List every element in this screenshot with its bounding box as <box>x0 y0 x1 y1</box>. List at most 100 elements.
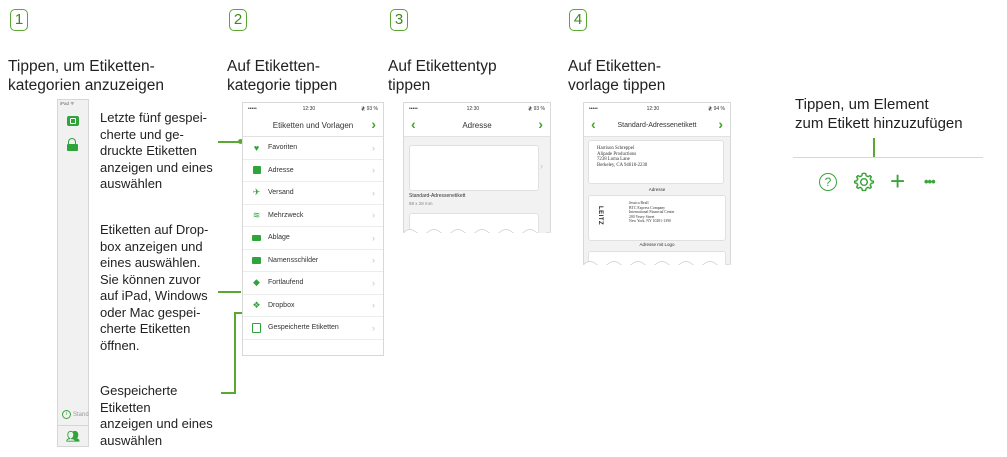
note-dropbox-line: Etiketten auf Drop- <box>100 222 209 237</box>
nav-title: Standard-Adressenetikett <box>617 121 697 129</box>
list-item-label: Mehrzweck <box>268 211 304 219</box>
note-recent-line: auswählen <box>100 176 163 191</box>
step-title-4-line1: Auf Etiketten- <box>568 58 662 75</box>
list-item-label: Fortlaufend <box>268 279 304 287</box>
screen-categories: ••••• 12:30 ≹ 93 % Etiketten und Vorlage… <box>242 102 384 356</box>
nav-title: Etiketten und Vorlagen <box>272 120 354 130</box>
sidebar-bottom-item[interactable]: i Stand <box>62 410 89 419</box>
layers-icon: ≋ <box>252 209 261 220</box>
list-item-namensschilder[interactable]: Namensschilder › <box>243 250 383 272</box>
note-saved-line: auswählen <box>100 432 163 448</box>
chevron-right-icon: › <box>372 277 375 288</box>
list-item-label: Ablage <box>268 234 290 242</box>
list-item-label: Dropbox <box>268 301 295 309</box>
list-item-label: Adresse <box>268 166 294 174</box>
list-item-versand[interactable]: ✈ Versand › <box>243 182 383 205</box>
list-item-fortlaufend[interactable]: ◆ Fortlaufend › <box>243 272 383 295</box>
status-bar: ••••• 12:30 ≹ 93 % <box>404 103 550 114</box>
list-item-gespeicherte[interactable]: Gespeicherte Etiketten › <box>243 317 383 340</box>
step-number-3: 3 <box>390 9 408 31</box>
users-icon[interactable]: 👥︎ <box>66 430 80 443</box>
screen-label-template: ••••• 12:30 ≹ 94 % ‹ Standard-Adressenet… <box>583 102 731 265</box>
chevron-right-icon[interactable]: › <box>718 116 723 132</box>
status-time: 12:30 <box>302 105 316 112</box>
continuous-icon: ◆ <box>253 277 260 288</box>
chevron-right-icon: › <box>372 187 375 198</box>
note-saved: Gespeicherte Etiketten anzeigen und eine… <box>100 383 213 449</box>
address-icon <box>252 166 261 175</box>
sidebar-bottom-label: Stand <box>73 411 89 418</box>
more-glyph: ••• <box>924 174 936 189</box>
status-signal: ••••• <box>248 105 257 112</box>
chevron-right-icon: › <box>372 255 375 266</box>
step-title-5-line2: zum Etikett hinzuzufügen <box>795 115 963 132</box>
list-item-mehrzweck[interactable]: ≋ Mehrzweck › <box>243 205 383 227</box>
note-recent: Letzte fünf gespei- cherte und ge- druck… <box>100 110 213 193</box>
status-battery: ≹ 93 % <box>528 105 545 112</box>
labels-icon[interactable] <box>67 116 79 126</box>
note-dropbox-line: eines auswählen. <box>100 255 201 270</box>
screen-label-type: ••••• 12:30 ≹ 93 % ‹ Adresse › › Standar… <box>403 102 551 233</box>
step-title-1: Tippen, um Etiketten- kategorien anzuzei… <box>8 57 164 95</box>
gear-icon[interactable] <box>853 171 875 193</box>
list-item-label: Gespeicherte Etiketten <box>268 324 339 332</box>
chevron-right-icon: › <box>540 161 543 171</box>
template-address-logo[interactable]: LEITZ Jessica Beall BTC Express Company … <box>588 195 726 241</box>
connector-saved-v <box>234 312 236 393</box>
note-recent-line: druckte Etiketten <box>100 143 197 158</box>
help-glyph: ? <box>824 175 832 189</box>
connector-saved-top <box>234 312 242 314</box>
list-item-adresse[interactable]: Adresse › <box>243 160 383 182</box>
step-title-3: Auf Etikettentyp tippen <box>388 57 497 95</box>
plane-icon: ✈ <box>252 187 261 198</box>
template-address[interactable]: Harrison Schreppel Alipade Productions 7… <box>588 140 724 184</box>
note-dropbox-line: box anzeigen und <box>100 238 203 254</box>
heart-icon: ♥ <box>253 142 260 153</box>
list-item-label: Versand <box>268 189 294 197</box>
chevron-right-icon[interactable]: › <box>538 116 543 132</box>
chevron-right-icon: › <box>372 300 375 311</box>
chevron-right-icon: › <box>372 232 375 243</box>
help-icon[interactable]: ? <box>819 173 837 191</box>
back-chevron-icon[interactable]: ‹ <box>411 116 416 132</box>
leitz-logo: LEITZ <box>597 206 603 226</box>
more-icon[interactable]: ••• <box>924 171 936 193</box>
address-line: New York, NY 10281-1390 <box>629 219 671 224</box>
note-dropbox-line: Sie können zuvor <box>100 271 201 287</box>
add-glyph: + <box>890 166 906 196</box>
chevron-right-icon[interactable]: › <box>371 116 376 132</box>
step-title-5-line1: Tippen, um Element <box>795 96 929 113</box>
connector-saved-h <box>221 392 236 394</box>
note-saved-line: Gespeicherte <box>100 383 178 398</box>
badge-icon <box>252 256 261 265</box>
status-battery: ≹ 94 % <box>708 105 725 112</box>
note-dropbox-line: cherte Etiketten <box>100 321 191 336</box>
nav-bar: ‹ Adresse › <box>404 114 550 137</box>
nav-bar: ‹ Standard-Adressenetikett › <box>584 114 730 137</box>
step-title-2: Auf Etiketten- kategorie tippen <box>227 57 337 95</box>
saved-icon <box>252 322 261 333</box>
label-size: 88 x 28 mm <box>409 201 433 206</box>
list-item-label: Favoriten <box>268 144 298 152</box>
back-chevron-icon[interactable]: ‹ <box>591 116 596 132</box>
list-item-dropbox[interactable]: ❖ Dropbox › <box>243 295 383 317</box>
list-item-favoriten[interactable]: ♥ Favoriten › <box>243 137 383 160</box>
note-dropbox: Etiketten auf Drop- box anzeigen und ein… <box>100 222 208 354</box>
step-title-2-line1: Auf Etiketten- <box>227 58 321 75</box>
lock-icon[interactable] <box>67 138 78 151</box>
status-signal: ••••• <box>589 105 598 112</box>
label-preview[interactable] <box>409 145 539 191</box>
note-saved-line: Etiketten <box>100 399 151 415</box>
note-recent-line: cherte und ge- <box>100 126 184 142</box>
nav-title: Adresse <box>462 120 492 130</box>
status-bar: ••••• 12:30 ≹ 94 % <box>584 103 730 114</box>
step-title-3-line2: tippen <box>388 77 431 94</box>
label-name: Standard-Adressenetikett <box>409 193 466 199</box>
add-icon[interactable]: + <box>890 166 905 196</box>
list-item-ablage[interactable]: Ablage › <box>243 227 383 250</box>
chevron-right-icon: › <box>372 142 375 153</box>
dropbox-icon: ❖ <box>252 299 261 310</box>
torn-edge <box>404 229 549 233</box>
step-number-1: 1 <box>10 9 28 31</box>
chevron-right-icon: › <box>372 165 375 176</box>
